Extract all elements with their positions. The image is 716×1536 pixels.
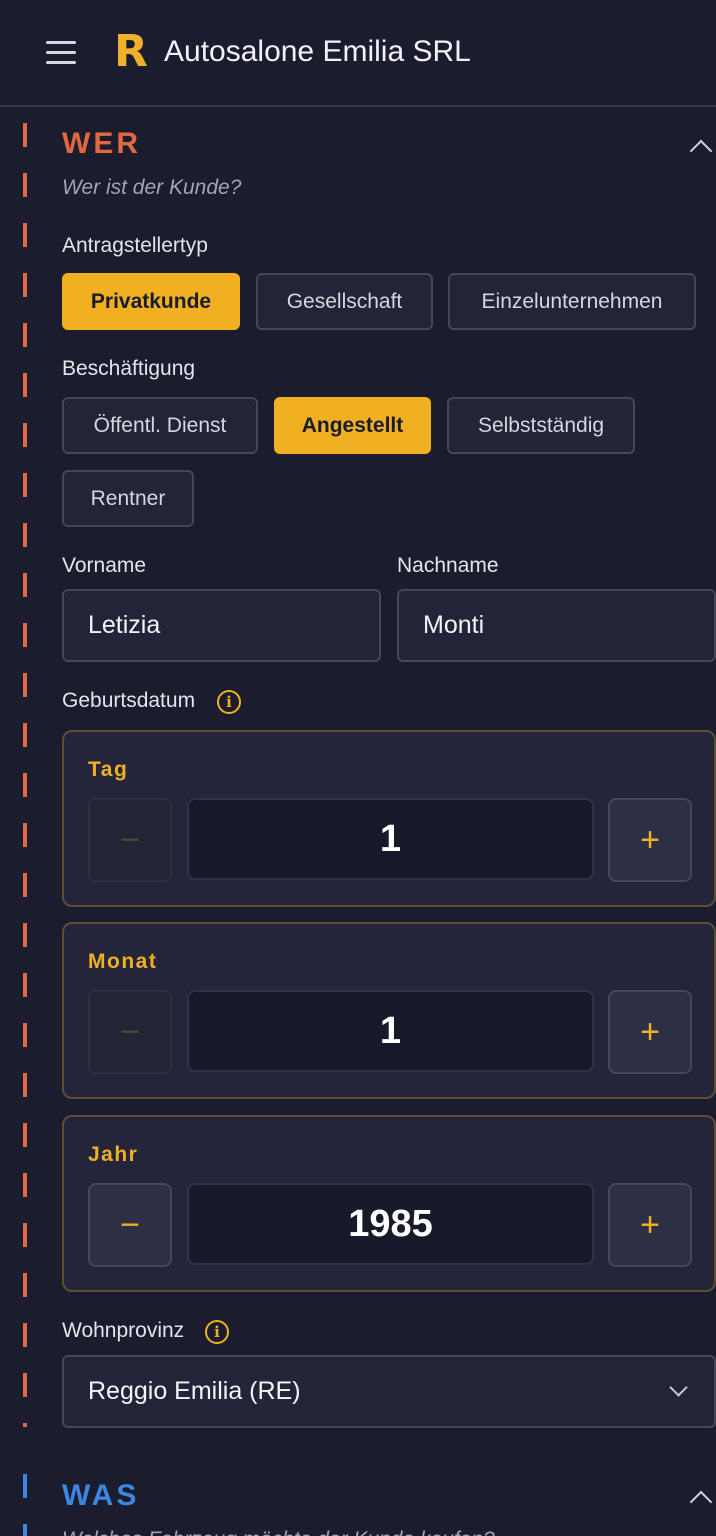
top-bar: R Autosalone Emilia SRL (0, 0, 716, 107)
chip-angestellt[interactable]: Angestellt (274, 397, 431, 454)
hamburger-menu-icon[interactable] (46, 38, 76, 66)
last-name-field[interactable]: Monti (397, 589, 716, 662)
chip-oeffentl-dienst[interactable]: Öffentl. Dienst (62, 397, 258, 454)
day-value: 1 (187, 798, 594, 880)
section-subtitle-wer: Wer ist der Kunde? (62, 176, 242, 199)
last-name-label: Nachname (397, 554, 499, 577)
section-title-was: WAS (62, 1479, 140, 1512)
chip-einzelunternehmen[interactable]: Einzelunternehmen (448, 273, 696, 330)
month-increment-button[interactable]: + (608, 990, 692, 1074)
day-increment-button[interactable]: + (608, 798, 692, 882)
month-value: 1 (187, 990, 594, 1072)
applicant-type-label: Antragstellertyp (62, 234, 208, 257)
chip-privatkunde[interactable]: Privatkunde (62, 273, 240, 330)
section-subtitle-was: Welches Fahrzeug möchte der Kunde kaufen… (62, 1528, 495, 1536)
day-stepper: Tag − 1 + (62, 730, 716, 907)
hamburger-line (46, 61, 76, 64)
first-name-label: Vorname (62, 554, 147, 577)
hamburger-line (46, 51, 76, 54)
birthdate-label: Geburtsdatum (62, 689, 196, 712)
month-stepper: Monat − 1 + (62, 922, 716, 1099)
month-label: Monat (88, 950, 158, 973)
year-decrement-button[interactable]: − (88, 1183, 172, 1267)
month-decrement-button[interactable]: − (88, 990, 172, 1074)
year-stepper: Jahr − 1985 + (62, 1115, 716, 1292)
chip-gesellschaft[interactable]: Gesellschaft (256, 273, 433, 330)
province-label: Wohnprovinz (62, 1319, 185, 1342)
hamburger-line (46, 41, 76, 44)
chevron-down-icon (669, 1378, 688, 1397)
chip-rentner[interactable]: Rentner (62, 470, 194, 527)
section-rail-wer (23, 123, 27, 1427)
info-icon[interactable]: i (205, 1320, 229, 1344)
info-icon[interactable]: i (217, 690, 241, 714)
province-value: Reggio Emilia (RE) (88, 1377, 301, 1405)
brand-name: Autosalone Emilia SRL (164, 35, 471, 68)
year-increment-button[interactable]: + (608, 1183, 692, 1267)
province-select[interactable]: Reggio Emilia (RE) (62, 1355, 716, 1428)
collapse-chevron-icon[interactable] (689, 139, 713, 163)
collapse-chevron-icon[interactable] (689, 1490, 713, 1514)
chip-selbststaendig[interactable]: Selbstständig (447, 397, 635, 454)
year-label: Jahr (88, 1143, 139, 1166)
brand-logo: R (114, 26, 148, 77)
employment-label: Beschäftigung (62, 357, 196, 380)
year-value: 1985 (187, 1183, 594, 1265)
day-decrement-button[interactable]: − (88, 798, 172, 882)
section-rail-was (23, 1474, 27, 1536)
day-label: Tag (88, 758, 129, 781)
first-name-field[interactable]: Letizia (62, 589, 381, 662)
section-title-wer: WER (62, 127, 141, 160)
